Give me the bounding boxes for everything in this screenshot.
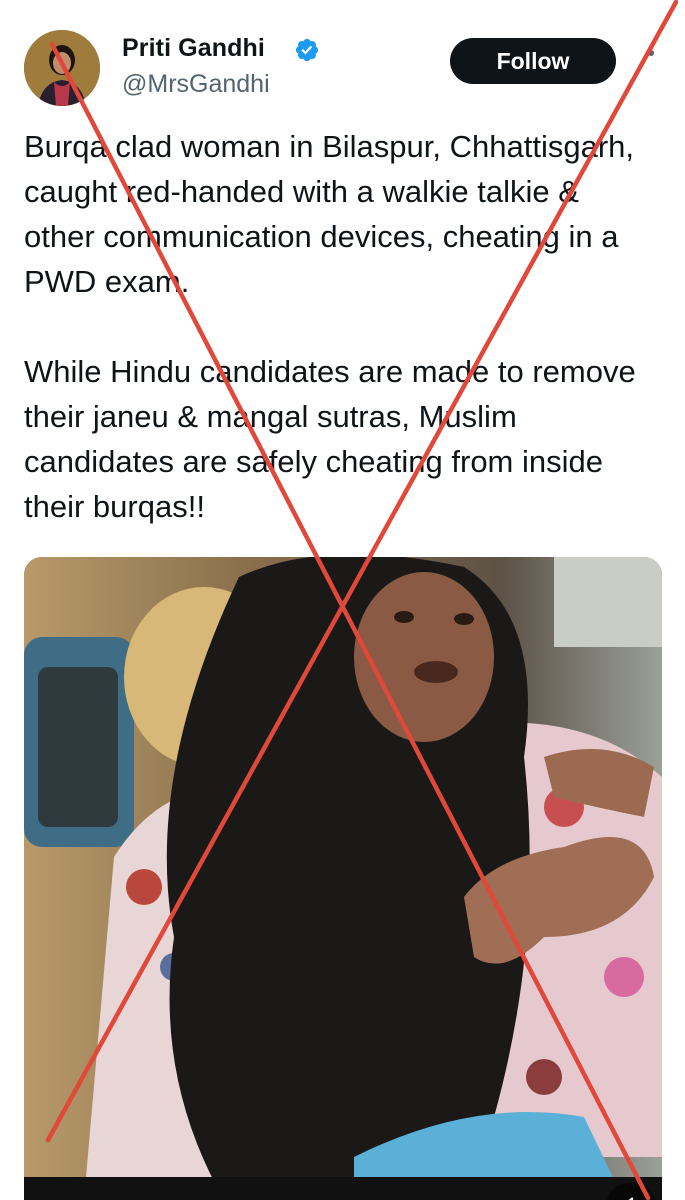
speaker-muted-icon [628,1197,634,1200]
verified-badge-icon [295,38,319,62]
tweet-text: Burqa clad woman in Bilaspur, Chhattisga… [24,124,654,529]
video-frame [24,557,662,1200]
tweet-video[interactable] [24,557,662,1200]
tweet-paragraph-2: While Hindu candidates are made to remov… [24,354,636,524]
avatar[interactable] [24,30,100,106]
author-handle[interactable]: @MrsGandhi [122,70,270,99]
follow-button[interactable]: Follow [450,38,616,84]
tweet-paragraph-1: Burqa clad woman in Bilaspur, Chhattisga… [24,129,634,299]
more-options-icon[interactable] [648,50,654,56]
author-name[interactable]: Priti Gandhi [122,34,265,63]
